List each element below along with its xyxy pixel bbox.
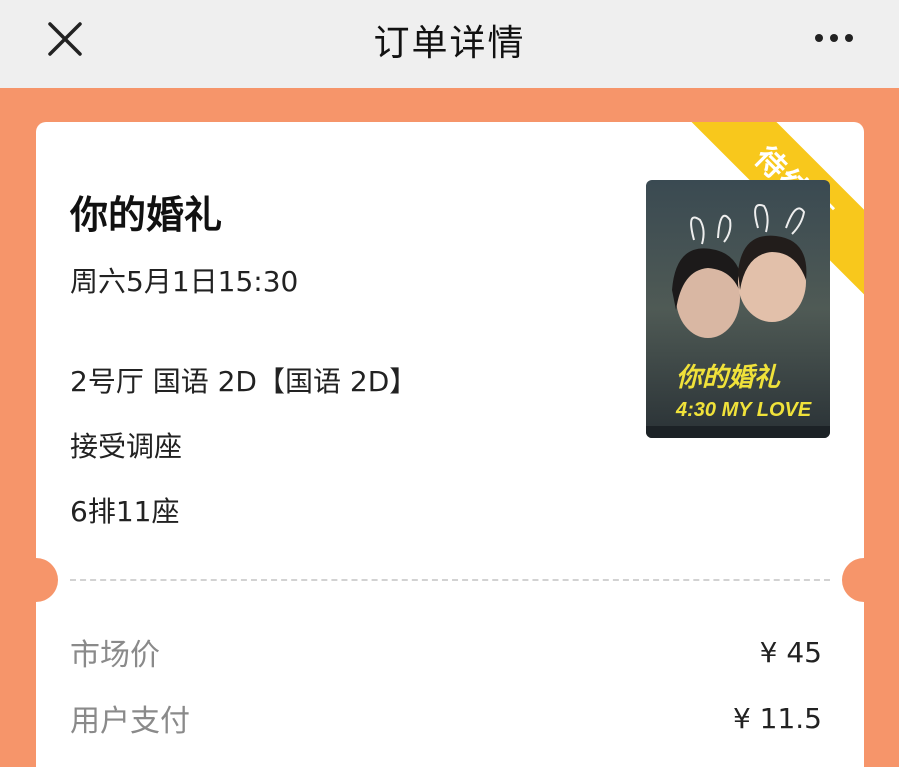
top-navigation-bar: 订单详情: [0, 0, 899, 88]
user-payment-label: 用户支付: [70, 704, 190, 739]
more-horizontal-icon: [815, 34, 853, 42]
seat-info: 6排11座: [70, 495, 180, 528]
hall-info: 2号厅 国语 2D【国语 2D】: [70, 365, 418, 398]
more-button[interactable]: [809, 18, 859, 58]
page-title: 订单详情: [373, 23, 526, 64]
user-payment-row: 用户支付 ¥ 11.5: [70, 696, 822, 740]
seat-adjust-info: 接受调座: [70, 430, 183, 463]
user-payment-value: ¥ 11.5: [732, 701, 822, 735]
poster-title: 你的婚礼: [676, 362, 781, 392]
ticket-notch-left: [36, 558, 58, 602]
ticket-divider: [70, 579, 830, 581]
poster-image: 你的婚礼 4:30 MY LOVE: [646, 180, 830, 438]
order-ticket-card: 待结算 你的婚礼 周六5月1日15:30 2号厅 国语 2D【国语 2D】 接受…: [36, 122, 864, 767]
movie-title: 你的婚礼: [70, 193, 223, 237]
market-price-row: 市场价 ¥ 45: [70, 630, 822, 674]
market-price-value: ¥ 45: [759, 635, 822, 669]
poster-subtitle: 4:30 MY LOVE: [675, 399, 812, 421]
ticket-notch-right: [842, 558, 864, 602]
movie-poster[interactable]: 你的婚礼 4:30 MY LOVE: [646, 180, 830, 438]
showtime: 周六5月1日15:30: [70, 265, 299, 298]
market-price-label: 市场价: [70, 638, 160, 673]
